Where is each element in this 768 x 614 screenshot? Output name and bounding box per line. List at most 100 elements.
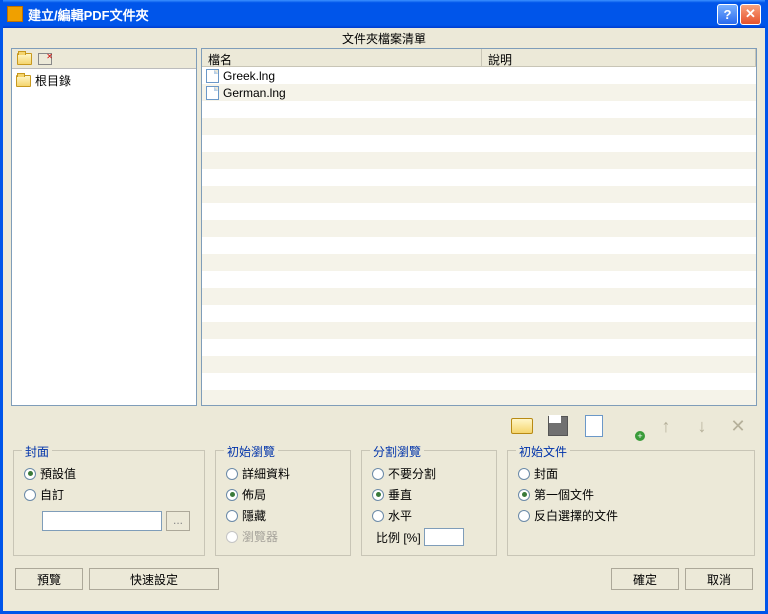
folder-tree-pane: 根目錄 (11, 48, 197, 406)
cover-custom-radio[interactable]: 自訂 (24, 484, 194, 505)
list-row-empty (202, 220, 756, 237)
radio-icon (226, 468, 238, 480)
list-row-empty (202, 254, 756, 271)
spacer (225, 568, 605, 590)
list-row-empty (202, 135, 756, 152)
list-row-empty (202, 169, 756, 186)
delete-folder-button[interactable] (35, 50, 55, 68)
preview-button[interactable]: 預覽 (15, 568, 83, 590)
list-item[interactable]: Greek.lng (202, 67, 756, 84)
ratio-input[interactable] (424, 528, 464, 546)
cover-group: 封面 預設值 自訂 ... (13, 450, 205, 556)
list-row-empty (202, 101, 756, 118)
file-icon (206, 69, 219, 83)
save-icon (548, 416, 568, 436)
file-icon (206, 86, 219, 100)
list-row-empty (202, 203, 756, 220)
list-row-empty (202, 152, 756, 169)
help-button[interactable]: ? (717, 4, 738, 25)
radio-label: 第一個文件 (534, 486, 594, 503)
ratio-label: 比例 [%] (376, 529, 421, 546)
tree-toolbar (12, 49, 196, 69)
initial-view-group: 初始瀏覽 詳細資料 佈局 隱藏 瀏覽器 (215, 450, 351, 556)
browse-button[interactable]: ... (166, 511, 190, 531)
group-legend: 初始瀏覽 (224, 443, 278, 460)
file-list-pane: 檔名 說明 Greek.lng German.lng (201, 48, 757, 406)
radio-label: 瀏覽器 (242, 528, 278, 545)
group-legend: 分割瀏覽 (370, 443, 424, 460)
split-horizontal-radio[interactable]: 水平 (372, 505, 486, 526)
radio-icon (24, 468, 36, 480)
file-list-body: Greek.lng German.lng (202, 67, 756, 405)
radio-icon (518, 468, 530, 480)
tree-root-item[interactable]: 根目錄 (14, 71, 194, 90)
new-folder-button[interactable] (14, 50, 34, 68)
custom-cover-input[interactable] (42, 511, 162, 531)
bottom-button-row: 預覽 快速設定 確定 取消 (3, 560, 765, 598)
main-panes: 根目錄 檔名 說明 Greek.lng German.l (3, 48, 765, 406)
titlebar[interactable]: 建立/編輯PDF文件夾 ? ✕ (3, 0, 765, 28)
radio-icon (372, 510, 384, 522)
initdoc-selected-radio[interactable]: 反白選擇的文件 (518, 505, 744, 526)
content-area: 文件夾檔案清單 根目錄 檔名 說明 (3, 28, 765, 611)
folder-icon (16, 75, 31, 87)
folder-icon (17, 53, 32, 65)
initdoc-cover-radio[interactable]: 封面 (518, 463, 744, 484)
folder-open-icon (511, 418, 533, 434)
list-row-empty (202, 186, 756, 203)
open-folder-button[interactable] (509, 413, 535, 439)
delete-folder-icon (38, 53, 52, 65)
list-item[interactable]: German.lng (202, 84, 756, 101)
close-button[interactable]: ✕ (740, 4, 761, 25)
quick-setup-button[interactable]: 快速設定 (89, 568, 219, 590)
column-name[interactable]: 檔名 (202, 49, 482, 66)
list-title: 文件夾檔案清單 (3, 28, 765, 48)
radio-icon (226, 489, 238, 501)
list-row-empty (202, 390, 756, 405)
plus-icon: + (635, 431, 645, 441)
initview-layout-radio[interactable]: 佈局 (226, 484, 340, 505)
radio-icon (518, 489, 530, 501)
radio-label: 垂直 (388, 486, 412, 503)
action-bar: + ↑ ↓ ✕ (3, 406, 765, 446)
group-legend: 初始文件 (516, 443, 570, 460)
cover-preset-radio[interactable]: 預設值 (24, 463, 194, 484)
dialog-window: 建立/編輯PDF文件夾 ? ✕ 文件夾檔案清單 根目錄 (0, 0, 768, 614)
column-headers: 檔名 說明 (202, 49, 756, 67)
initview-hidden-radio[interactable]: 隱藏 (226, 505, 340, 526)
radio-label: 水平 (388, 507, 412, 524)
radio-icon (372, 468, 384, 480)
initview-browser-radio: 瀏覽器 (226, 526, 340, 547)
list-row-empty (202, 288, 756, 305)
add-folder-button[interactable]: + (617, 413, 643, 439)
new-document-button[interactable] (581, 413, 607, 439)
initview-detail-radio[interactable]: 詳細資料 (226, 463, 340, 484)
list-row-empty (202, 339, 756, 356)
split-none-radio[interactable]: 不要分割 (372, 463, 486, 484)
column-desc[interactable]: 說明 (482, 49, 756, 66)
radio-label: 隱藏 (242, 507, 266, 524)
radio-icon (518, 510, 530, 522)
radio-label: 封面 (534, 465, 558, 482)
move-down-button: ↓ (689, 413, 715, 439)
tree-body: 根目錄 (12, 69, 196, 92)
list-row-empty (202, 373, 756, 390)
custom-cover-row: ... (42, 511, 194, 531)
ok-button[interactable]: 確定 (611, 568, 679, 590)
split-ratio-row: 比例 [%] (372, 528, 486, 546)
app-icon (7, 6, 23, 22)
file-name: German.lng (223, 86, 286, 100)
list-row-empty (202, 322, 756, 339)
initdoc-first-radio[interactable]: 第一個文件 (518, 484, 744, 505)
radio-label: 詳細資料 (242, 465, 290, 482)
cancel-button[interactable]: 取消 (685, 568, 753, 590)
list-row-empty (202, 271, 756, 288)
split-view-group: 分割瀏覽 不要分割 垂直 水平 比例 [%] (361, 450, 497, 556)
file-name: Greek.lng (223, 69, 275, 83)
move-up-button: ↑ (653, 413, 679, 439)
split-vertical-radio[interactable]: 垂直 (372, 484, 486, 505)
initial-doc-group: 初始文件 封面 第一個文件 反白選擇的文件 (507, 450, 755, 556)
save-button[interactable] (545, 413, 571, 439)
list-row-empty (202, 118, 756, 135)
radio-label: 佈局 (242, 486, 266, 503)
